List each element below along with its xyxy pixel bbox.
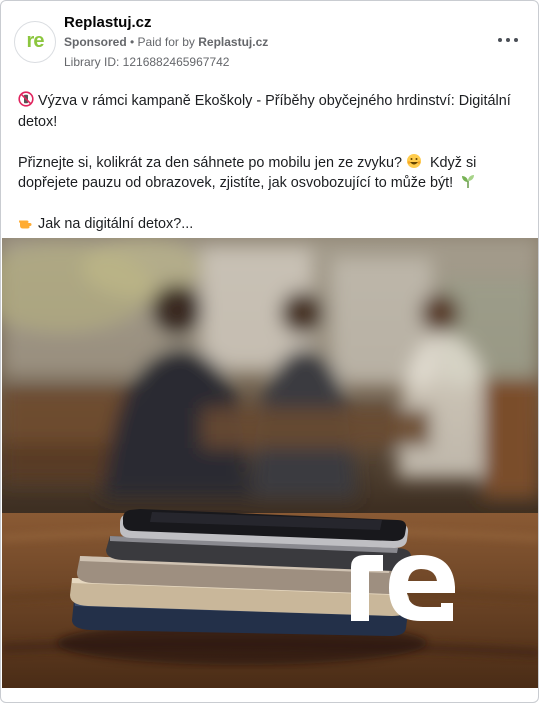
svg-text:re: re [349,551,363,555]
paid-for-prefix: Paid for by [137,35,199,49]
separator: • [126,35,138,49]
grinning-face-icon [406,153,421,168]
more-options-icon[interactable] [498,32,518,48]
post-paragraph-1: Výzva v rámci kampaně Ekoškoly - Příběhy… [18,91,511,130]
sponsored-line: Sponsored • Paid for by Replastuj.cz [64,35,268,49]
ad-image[interactable]: re [2,238,538,688]
page-avatar[interactable]: re [14,21,56,63]
paid-for-link[interactable]: Replastuj.cz [198,35,268,49]
post-text: Výzva v rámci kampaně Ekoškoly - Příběhy… [18,91,523,255]
post-paragraph-3: Jak na digitální detox?... [18,214,523,235]
no-phones-icon [18,91,34,107]
brand-logo: re [349,551,455,621]
page-name-link[interactable]: Replastuj.cz [64,14,152,31]
avatar-logo: re [26,29,45,52]
phone-stack-photo [2,238,538,688]
seedling-icon [462,175,475,188]
post-paragraph-2: Přiznejte si, kolikrát za den sáhnete po… [18,153,477,191]
library-id: Library ID: 1216882465967742 [64,55,230,69]
sponsored-label: Sponsored [64,35,127,49]
ad-card: re Replastuj.cz Sponsored • Paid for by … [0,0,539,703]
pointing-hand-icon [19,220,32,229]
